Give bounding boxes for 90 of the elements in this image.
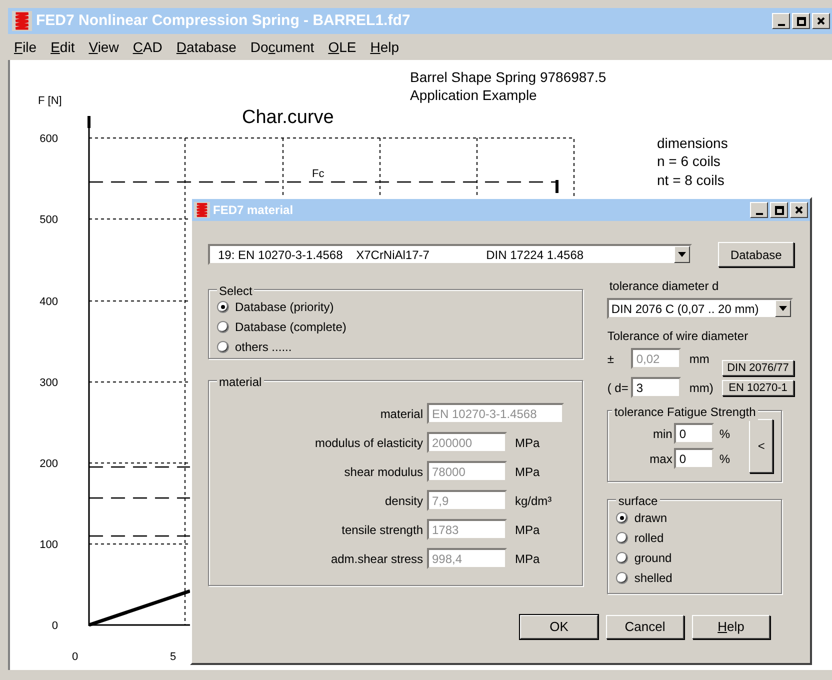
dialog-button[interactable]: Help [692, 615, 770, 639]
field-label: density [384, 492, 424, 510]
menu-item[interactable]: Edit [50, 36, 75, 58]
radio-button[interactable] [616, 552, 628, 564]
minimize-icon [778, 24, 784, 26]
radio-button[interactable] [616, 532, 628, 544]
radio-button[interactable] [616, 512, 628, 524]
radio-button[interactable] [217, 321, 229, 333]
standard-button[interactable]: DIN 2076/77 [722, 360, 794, 376]
dialog-button[interactable]: Cancel [606, 615, 684, 639]
radio-label: drawn [634, 510, 668, 527]
material-dropdown[interactable]: 19: EN 10270-3-1.4568 X7CrNiAl17-7 DIN 17224 1.4568 [208, 244, 692, 265]
field-label: tensile strength [340, 522, 424, 538]
y-tick-label: 600 [40, 133, 58, 145]
maximize-icon [796, 16, 806, 26]
dimension-value: n = 6 coils [657, 153, 720, 169]
dropdown-arrow-icon [779, 306, 788, 311]
unit-label: mm [688, 350, 710, 368]
field-label: tolerance diameter d [609, 278, 720, 295]
maximize-button[interactable] [770, 202, 788, 218]
header-text: Application Example [410, 87, 537, 103]
menu-item[interactable]: CAD [132, 36, 162, 58]
field-label: min [652, 426, 674, 442]
unit-label: MPa [514, 522, 540, 538]
dropdown-arrow-icon [678, 252, 686, 257]
menu-item[interactable]: Help [370, 36, 400, 58]
radio-label: rolled [634, 530, 664, 547]
y-tick-label: 300 [40, 377, 58, 389]
menu-item[interactable]: File [14, 36, 37, 58]
close-icon [795, 206, 803, 214]
chart-title: Char.curve [242, 107, 334, 128]
dialog-button[interactable]: OK [520, 615, 598, 639]
close-button[interactable] [790, 202, 808, 218]
close-icon [817, 17, 825, 25]
field-label: adm.shear stress [330, 550, 424, 568]
field-label: modulus of elasticity [314, 434, 424, 452]
close-button[interactable] [812, 13, 830, 29]
unit-label: MPa [514, 434, 540, 452]
field-label: ± [607, 350, 615, 368]
radio-label: shelled [634, 570, 672, 587]
window-title: FED7 Nonlinear Compression Spring - BARREL1.fd7 [36, 10, 410, 31]
maximize-icon [774, 206, 784, 214]
maximize-button[interactable] [792, 13, 810, 29]
section-label: Tolerance of wire diameter [607, 328, 750, 345]
y-axis-label: F [N] [38, 95, 62, 107]
minimize-button[interactable] [750, 202, 768, 218]
y-tick-label: 500 [40, 214, 58, 226]
dimension-value: nt = 8 coils [657, 172, 724, 188]
menu-item[interactable]: Document [250, 36, 314, 58]
minimize-icon [756, 212, 762, 214]
x-tick-label: 5 [170, 651, 176, 663]
unit-label: % [718, 450, 730, 468]
y-tick-label: 200 [40, 458, 58, 470]
standard-button[interactable]: EN 10270-1 [722, 380, 794, 396]
field-label: material [379, 406, 424, 422]
menu-item[interactable]: View [88, 36, 119, 58]
dimensions-title: dimensions [657, 135, 728, 151]
field-label: shear modulus [343, 464, 424, 480]
x-tick-label: 0 [72, 651, 78, 663]
header-text: Barrel Shape Spring 9786987.5 [410, 69, 606, 85]
unit-label: MPa [514, 464, 540, 480]
unit-label: kg/dm³ [514, 492, 552, 510]
force-label: Fc [312, 168, 324, 180]
spring-icon [194, 202, 210, 218]
y-tick-label: 400 [40, 296, 58, 308]
radio-button[interactable] [217, 301, 229, 313]
input-field[interactable]: 0 [674, 448, 714, 469]
spring-icon [12, 11, 32, 31]
y-tick-label: 100 [40, 539, 58, 551]
unit-label: % [718, 426, 730, 442]
minimize-button[interactable] [772, 13, 790, 29]
unit-label: mm) [688, 380, 714, 396]
dialog-title: FED7 material [213, 202, 294, 219]
input-field[interactable]: 3 [631, 377, 682, 398]
tolerance-dropdown[interactable]: DIN 2076 C (0,07 .. 20 mm) [607, 298, 794, 319]
input-field[interactable]: 0 [674, 423, 714, 444]
menu-item[interactable]: OLE [328, 36, 356, 58]
radio-button[interactable] [616, 572, 628, 584]
unit-label: MPa [514, 550, 540, 568]
menu-item[interactable]: Database [176, 36, 236, 58]
field-label: ( d= [607, 380, 630, 396]
y-tick-label: 0 [52, 620, 58, 632]
radio-label: ground [634, 550, 672, 567]
arrow-button[interactable]: < [749, 419, 774, 473]
field-label: max [648, 450, 674, 468]
radio-label: others ...... [235, 339, 292, 356]
database-button[interactable]: Database [718, 242, 794, 267]
radio-label: Database (priority) [235, 299, 334, 316]
radio-label: Database (complete) [235, 319, 346, 336]
radio-button[interactable] [217, 341, 229, 353]
